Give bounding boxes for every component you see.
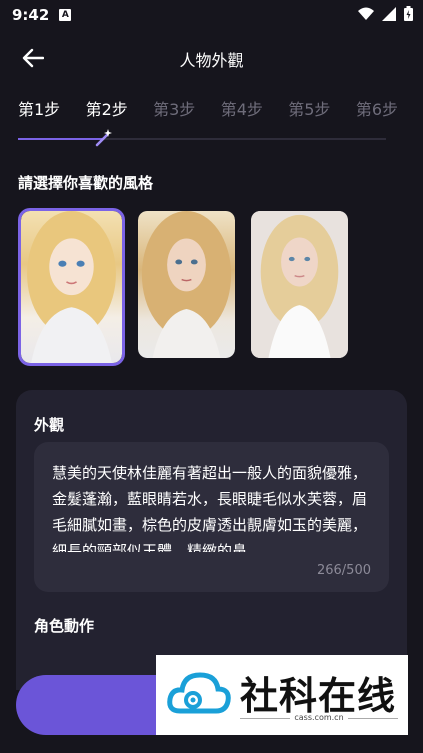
step-6: 第6步 xyxy=(355,100,398,119)
character-counter: 266/500 xyxy=(316,563,371,578)
progress-fill xyxy=(18,138,103,140)
status-icons xyxy=(358,6,413,21)
appearance-title: 外觀 xyxy=(34,416,65,434)
app-bar: 人物外觀 xyxy=(0,38,423,78)
signal-icon xyxy=(382,6,396,21)
style-options xyxy=(18,208,351,366)
watermark-brand: 社科在线 xyxy=(240,674,397,718)
status-bar: 9:42 A xyxy=(0,0,423,30)
portrait-realistic-image xyxy=(251,211,348,358)
portrait-semi-realistic-image xyxy=(138,211,235,358)
notification-a-icon: A xyxy=(59,9,72,21)
appearance-textarea[interactable]: 慧美的天使林佳麗有著超出一般人的面貌優雅，金髮蓬瀚，藍眼睛若水，長眼睫毛似水芙蓉… xyxy=(34,442,389,592)
action-title: 角色動作 xyxy=(34,617,95,635)
magic-wand-icon xyxy=(95,129,112,147)
wifi-icon xyxy=(358,7,374,20)
appearance-text[interactable]: 慧美的天使林佳麗有著超出一般人的面貌優雅，金髮蓬瀚，藍眼睛若水，長眼睫毛似水芙蓉… xyxy=(52,460,374,552)
step-1: 第1步 xyxy=(18,100,61,119)
progress-track xyxy=(18,129,386,147)
page-title: 人物外觀 xyxy=(179,51,244,70)
style-option-semi-realistic[interactable] xyxy=(135,208,238,361)
status-time: 9:42 xyxy=(12,6,50,24)
step-2: 第2步 xyxy=(85,100,128,119)
battery-icon xyxy=(404,6,413,21)
step-3: 第3步 xyxy=(153,100,196,119)
style-option-realistic[interactable] xyxy=(248,208,351,361)
watermark: 社科在线 cass.com.cn xyxy=(156,655,408,735)
portrait-anime-image xyxy=(21,211,122,363)
watermark-domain-text: cass.com.cn xyxy=(290,713,348,722)
style-option-anime[interactable] xyxy=(18,208,125,366)
style-section-title: 請選擇你喜歡的風格 xyxy=(18,174,154,192)
step-4: 第4步 xyxy=(220,100,263,119)
step-indicator: 第1步 第2步 第3步 第4步 第5步 第6步 xyxy=(18,96,398,120)
step-5: 第5步 xyxy=(288,100,331,119)
appearance-panel: 外觀 慧美的天使林佳麗有著超出一般人的面貌優雅，金髮蓬瀚，藍眼睛若水，長眼睫毛似… xyxy=(16,390,407,690)
watermark-domain: cass.com.cn xyxy=(156,713,408,722)
